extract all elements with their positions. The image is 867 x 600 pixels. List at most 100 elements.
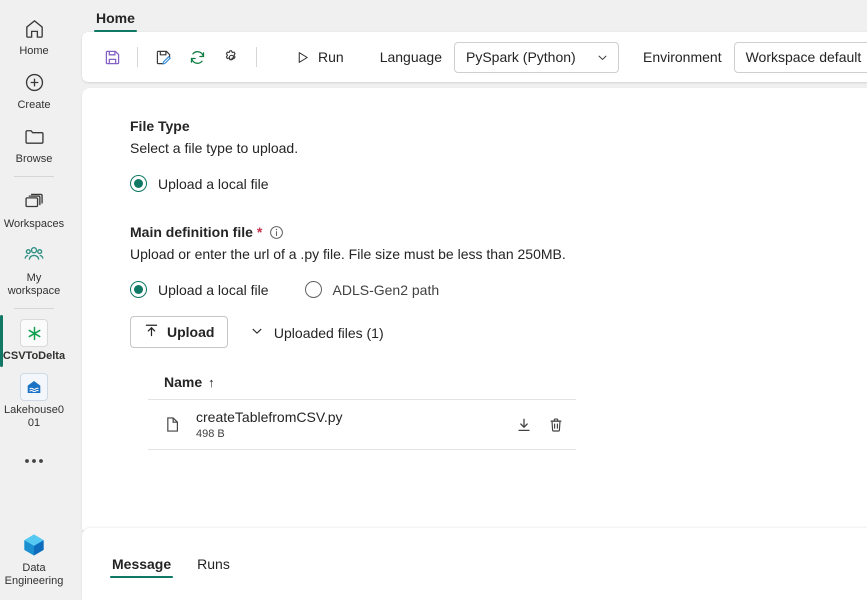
- table-header-row: Name ↑: [148, 374, 576, 400]
- ribbon-command-bar: Run Language PySpark (Python) Environmen…: [82, 32, 867, 82]
- table-row[interactable]: createTablefromCSV.py 498 B: [148, 400, 576, 450]
- language-dropdown[interactable]: PySpark (Python): [453, 41, 619, 73]
- workspaces-icon: [20, 187, 48, 215]
- file-type-title: File Type: [130, 118, 867, 134]
- radio-button-selected-icon: [130, 281, 147, 298]
- required-asterisk: *: [256, 224, 263, 240]
- run-button[interactable]: Run: [284, 41, 354, 73]
- selected-indicator-bar: [0, 315, 3, 367]
- left-nav-rail: Home Create Browse Workspaces My workspa…: [0, 0, 68, 600]
- sort-ascending-icon: ↑: [208, 374, 215, 390]
- sidebar-item-label: My workspace: [7, 272, 61, 297]
- rail-footer: Data Engineering: [0, 525, 68, 592]
- content-panel: File Type Select a file type to upload. …: [82, 88, 867, 530]
- main-definition-file-description: Upload or enter the url of a .py file. F…: [130, 246, 566, 262]
- lakehouse-icon: [20, 373, 48, 401]
- chevron-down-icon: [250, 324, 264, 341]
- save-as-button[interactable]: [147, 41, 179, 73]
- radio-button-unselected-icon: [304, 281, 322, 298]
- ribbon-tabstrip: Home: [68, 0, 867, 32]
- row-actions: [516, 417, 564, 433]
- environment-dropdown-value: Workspace default: [745, 49, 862, 65]
- main-definition-file-section: Main definition file * Upload or enter t…: [130, 224, 867, 450]
- data-engineering-icon: [20, 531, 48, 559]
- spark-job-definition-icon: [20, 319, 48, 347]
- sidebar-item-home[interactable]: Home: [0, 8, 68, 62]
- people-group-icon: [20, 241, 48, 269]
- file-meta: createTablefromCSV.py 498 B: [196, 409, 516, 440]
- download-icon[interactable]: [516, 417, 532, 433]
- file-type-section: File Type Select a file type to upload. …: [130, 118, 867, 192]
- uploaded-files-table: Name ↑ createTablefromCSV.py 498 B: [148, 374, 576, 450]
- rail-more-button[interactable]: [23, 444, 45, 478]
- file-type-description: Select a file type to upload.: [130, 140, 299, 156]
- radio-label: ADLS-Gen2 path: [332, 281, 440, 298]
- uploaded-files-label: Uploaded files (1): [273, 324, 384, 341]
- chevron-down-icon: [596, 51, 609, 64]
- plus-circle-icon: [20, 68, 48, 96]
- file-name: createTablefromCSV.py: [196, 409, 343, 425]
- app-root: Home Create Browse Workspaces My workspa…: [0, 0, 867, 600]
- bottom-panel: Message Runs: [82, 528, 867, 600]
- main-area: Home Run Language PySpark (Python) Envir…: [68, 0, 867, 600]
- language-label: Language: [379, 49, 442, 65]
- tab-active-underline: [94, 29, 137, 32]
- sidebar-item-label: Home: [19, 45, 49, 57]
- tab-home-label: Home: [96, 10, 135, 26]
- settings-button[interactable]: [215, 41, 247, 73]
- radio-label: Upload a local file: [158, 175, 269, 192]
- upload-arrow-icon: [144, 323, 159, 341]
- file-type-title-text: File Type: [130, 118, 190, 134]
- run-button-label: Run: [318, 49, 344, 65]
- delete-icon[interactable]: [548, 417, 564, 433]
- file-size: 498 B: [196, 428, 225, 440]
- main-definition-radio-group: Upload a local file ADLS-Gen2 path: [130, 281, 867, 298]
- sidebar-item-create[interactable]: Create: [0, 62, 68, 116]
- sidebar-item-my-workspace[interactable]: My workspace: [0, 235, 68, 302]
- main-definition-file-title: Main definition file *: [130, 224, 867, 240]
- tab-active-underline: [110, 575, 174, 578]
- folder-icon: [20, 122, 48, 150]
- sidebar-item-label: Workspaces: [3, 218, 65, 230]
- experience-switcher-data-engineering[interactable]: Data Engineering: [0, 525, 68, 592]
- experience-switcher-label: Data Engineering: [4, 562, 64, 587]
- tab-home[interactable]: Home: [90, 8, 141, 32]
- environment-dropdown[interactable]: Workspace default: [733, 41, 867, 73]
- environment-label: Environment: [642, 49, 722, 65]
- tab-runs-label: Runs: [197, 556, 230, 572]
- sidebar-item-lakehouse001[interactable]: Lakehouse001: [0, 367, 68, 434]
- file-icon: [164, 416, 184, 433]
- column-header-name[interactable]: Name ↑: [164, 374, 215, 390]
- radio-file-type-upload-local[interactable]: Upload a local file: [130, 175, 269, 192]
- upload-button-label: Upload: [167, 324, 215, 340]
- sidebar-item-label: CSVToDelta: [2, 350, 66, 362]
- sidebar-item-label: Create: [17, 99, 51, 111]
- file-type-radio-group: Upload a local file: [130, 175, 867, 192]
- uploaded-files-disclosure[interactable]: Uploaded files (1): [250, 324, 384, 341]
- ribbon-divider-2: [256, 47, 257, 67]
- upload-button[interactable]: Upload: [130, 316, 229, 348]
- column-header-name-label: Name: [164, 374, 203, 390]
- radio-label: Upload a local file: [158, 281, 269, 298]
- radio-main-def-adls-gen2-path[interactable]: ADLS-Gen2 path: [304, 281, 440, 298]
- info-icon[interactable]: [269, 225, 284, 240]
- tab-message[interactable]: Message: [104, 552, 179, 580]
- sidebar-item-label: Browse: [15, 153, 53, 165]
- ribbon-divider-1: [137, 47, 138, 67]
- sidebar-item-csvtodelta[interactable]: CSVToDelta: [0, 313, 68, 367]
- rail-divider-1: [14, 176, 54, 177]
- rail-divider-2: [14, 308, 54, 309]
- sidebar-item-browse[interactable]: Browse: [0, 116, 68, 170]
- language-dropdown-value: PySpark (Python): [465, 49, 576, 65]
- save-button[interactable]: [96, 41, 128, 73]
- main-definition-file-title-text: Main definition file: [130, 224, 253, 240]
- sidebar-item-label: Lakehouse001: [4, 404, 64, 429]
- home-icon: [20, 14, 48, 42]
- radio-button-selected-icon: [130, 175, 147, 192]
- tab-message-label: Message: [112, 556, 172, 572]
- refresh-button[interactable]: [181, 41, 213, 73]
- bottom-tabstrip: Message Runs: [82, 528, 867, 600]
- radio-main-def-upload-local[interactable]: Upload a local file: [130, 281, 269, 298]
- tab-runs[interactable]: Runs: [189, 552, 238, 580]
- sidebar-item-workspaces[interactable]: Workspaces: [0, 181, 68, 235]
